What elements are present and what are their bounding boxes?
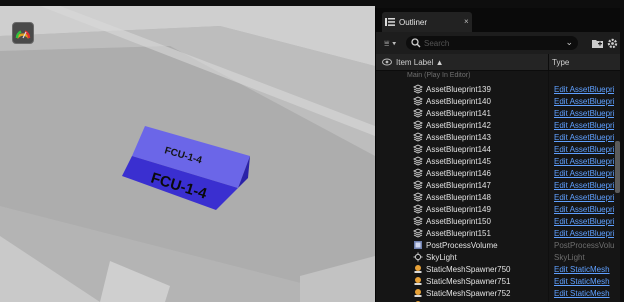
performance-gauge-icon[interactable]: [12, 22, 34, 44]
outliner-row[interactable]: AssetBlueprint149 Edit AssetBluepri: [376, 203, 624, 215]
outliner-row[interactable]: AssetBlueprint140 Edit AssetBluepri: [376, 95, 624, 107]
row-item-label: PostProcessVolume: [426, 241, 498, 250]
outliner-panel: Outliner × ⩸ ▾ ⌄ Item Label ▲ Type: [375, 8, 624, 302]
row-item-label: AssetBlueprint143: [426, 133, 491, 142]
outliner-row[interactable]: PostProcessVolume PostProcessVolu: [376, 239, 624, 251]
blueprint-icon: [412, 228, 424, 238]
outliner-row[interactable]: AssetBlueprint146 Edit AssetBluepri: [376, 167, 624, 179]
blueprint-icon: [412, 216, 424, 226]
postprocess-icon: [413, 240, 423, 250]
blueprint-icon: [412, 156, 424, 166]
search-box[interactable]: ⌄: [406, 36, 578, 50]
row-item-label: AssetBlueprint139: [426, 85, 491, 94]
level-viewport[interactable]: FCU-1-4 FCU-1-4: [0, 6, 375, 302]
add-folder-icon[interactable]: [592, 38, 603, 49]
row-item-label: AssetBlueprint146: [426, 169, 491, 178]
world-row-main[interactable]: Main (Play In Editor): [376, 72, 624, 82]
row-type-edit-link[interactable]: Edit AssetBluepri: [554, 109, 614, 118]
outliner-row[interactable]: SkyLight SkyLight: [376, 251, 624, 263]
row-type-edit-link[interactable]: Edit StaticMesh: [554, 289, 614, 298]
viewport-scene: FCU-1-4 FCU-1-4: [0, 6, 375, 302]
blueprint-icon: [412, 84, 424, 94]
row-item-label: AssetBlueprint148: [426, 193, 491, 202]
row-type-edit-link[interactable]: Edit StaticMesh: [554, 265, 614, 274]
row-item-label: SkyLight: [426, 253, 457, 262]
row-type-edit-link[interactable]: Edit AssetBluepri: [554, 85, 614, 94]
row-item-label: StaticMeshSpawner751: [426, 277, 511, 286]
outliner-row[interactable]: StaticMeshSpawner750 Edit StaticMesh: [376, 263, 624, 275]
row-item-label: StaticMeshSpawner750: [426, 265, 511, 274]
row-type-edit-link[interactable]: Edit AssetBluepri: [554, 121, 614, 130]
row-type-edit-link[interactable]: Edit AssetBluepri: [554, 229, 614, 238]
row-item-label: AssetBlueprint142: [426, 121, 491, 130]
row-type-label: SkyLight: [554, 253, 585, 262]
row-type-edit-link[interactable]: Edit AssetBluepri: [554, 193, 614, 202]
column-divider[interactable]: [548, 54, 549, 70]
row-item-label: AssetBlueprint140: [426, 97, 491, 106]
blueprint-icon: [412, 180, 424, 190]
close-icon[interactable]: ×: [464, 17, 469, 26]
blueprint-icon: [412, 132, 424, 142]
outliner-row[interactable]: StaticMeshSpawner752 Edit StaticMesh: [376, 287, 624, 299]
outliner-row[interactable]: StaticMeshSpawner751 Edit StaticMesh: [376, 275, 624, 287]
row-item-label: AssetBlueprint147: [426, 181, 491, 190]
filter-button[interactable]: ⩸ ▾: [384, 38, 402, 50]
blueprint-icon: [412, 204, 424, 214]
outliner-row[interactable]: AssetBlueprint150 Edit AssetBluepri: [376, 215, 624, 227]
outliner-tree: Main (Play In Editor) AssetBlueprint139 E…: [376, 71, 624, 302]
tab-bar: Outliner ×: [376, 8, 624, 32]
blueprint-icon: [412, 144, 424, 154]
scrollbar-track[interactable]: [620, 8, 624, 302]
skylight-icon: [413, 252, 423, 262]
row-type-edit-link[interactable]: Edit AssetBluepri: [554, 97, 614, 106]
row-type-edit-link[interactable]: Edit AssetBluepri: [554, 133, 614, 142]
blueprint-icon: [412, 192, 424, 202]
row-type-edit-link[interactable]: Edit AssetBluepri: [554, 205, 614, 214]
spawner-icon: [413, 276, 423, 286]
row-item-label: AssetBlueprint151: [426, 229, 491, 238]
row-type-edit-link[interactable]: Edit AssetBluepri: [554, 157, 614, 166]
row-type-edit-link[interactable]: Edit AssetBluepri: [554, 145, 614, 154]
outliner-row[interactable]: AssetBlueprint141 Edit AssetBluepri: [376, 107, 624, 119]
row-type-edit-link[interactable]: Edit AssetBluepri: [554, 169, 614, 178]
blueprint-icon: [412, 168, 424, 178]
search-icon: [411, 38, 421, 48]
outliner-icon: [385, 18, 395, 26]
row-type-edit-link[interactable]: Edit AssetBluepri: [554, 217, 614, 226]
tab-outliner-label: Outliner: [399, 18, 428, 27]
row-item-label: AssetBlueprint145: [426, 157, 491, 166]
outliner-row[interactable]: AssetBlueprint145 Edit AssetBluepri: [376, 155, 624, 167]
row-item-label: AssetBlueprint149: [426, 205, 491, 214]
row-item-label: AssetBlueprint144: [426, 145, 491, 154]
blueprint-icon: [412, 120, 424, 130]
tab-outliner[interactable]: Outliner ×: [382, 12, 472, 32]
outliner-row[interactable]: AssetBlueprint144 Edit AssetBluepri: [376, 143, 624, 155]
outliner-row[interactable]: AssetBlueprint147 Edit AssetBluepri: [376, 179, 624, 191]
column-type[interactable]: Type: [552, 58, 569, 67]
outliner-row[interactable]: AssetBlueprint139 Edit AssetBluepri: [376, 83, 624, 95]
row-item-label: AssetBlueprint141: [426, 109, 491, 118]
outliner-toolbar: ⩸ ▾ ⌄: [376, 32, 624, 54]
row-type-edit-link[interactable]: Edit AssetBluepri: [554, 181, 614, 190]
row-item-label: StaticMeshSpawner752: [426, 289, 511, 298]
outliner-row[interactable]: AssetBlueprint148 Edit AssetBluepri: [376, 191, 624, 203]
row-type-label: PostProcessVolu: [554, 241, 614, 250]
world-row-label: Main (Play In Editor): [407, 72, 471, 79]
row-item-label: AssetBlueprint150: [426, 217, 491, 226]
column-header: Item Label ▲ Type: [376, 54, 624, 71]
visibility-eye-icon[interactable]: [382, 58, 392, 66]
spawner-icon: [413, 264, 423, 274]
blueprint-icon: [412, 96, 424, 106]
blueprint-icon: [412, 108, 424, 118]
search-input[interactable]: [424, 36, 559, 50]
row-type-edit-link[interactable]: Edit StaticMesh: [554, 277, 614, 286]
column-item-label[interactable]: Item Label ▲: [396, 58, 444, 67]
outliner-row[interactable]: AssetBlueprint143 Edit AssetBluepri: [376, 131, 624, 143]
settings-gear-icon[interactable]: [607, 38, 618, 49]
outliner-row[interactable]: AssetBlueprint151 Edit AssetBluepri: [376, 227, 624, 239]
search-options-icon[interactable]: ⌄: [565, 37, 573, 48]
outliner-row[interactable]: AssetBlueprint142 Edit AssetBluepri: [376, 119, 624, 131]
spawner-icon: [413, 288, 423, 298]
